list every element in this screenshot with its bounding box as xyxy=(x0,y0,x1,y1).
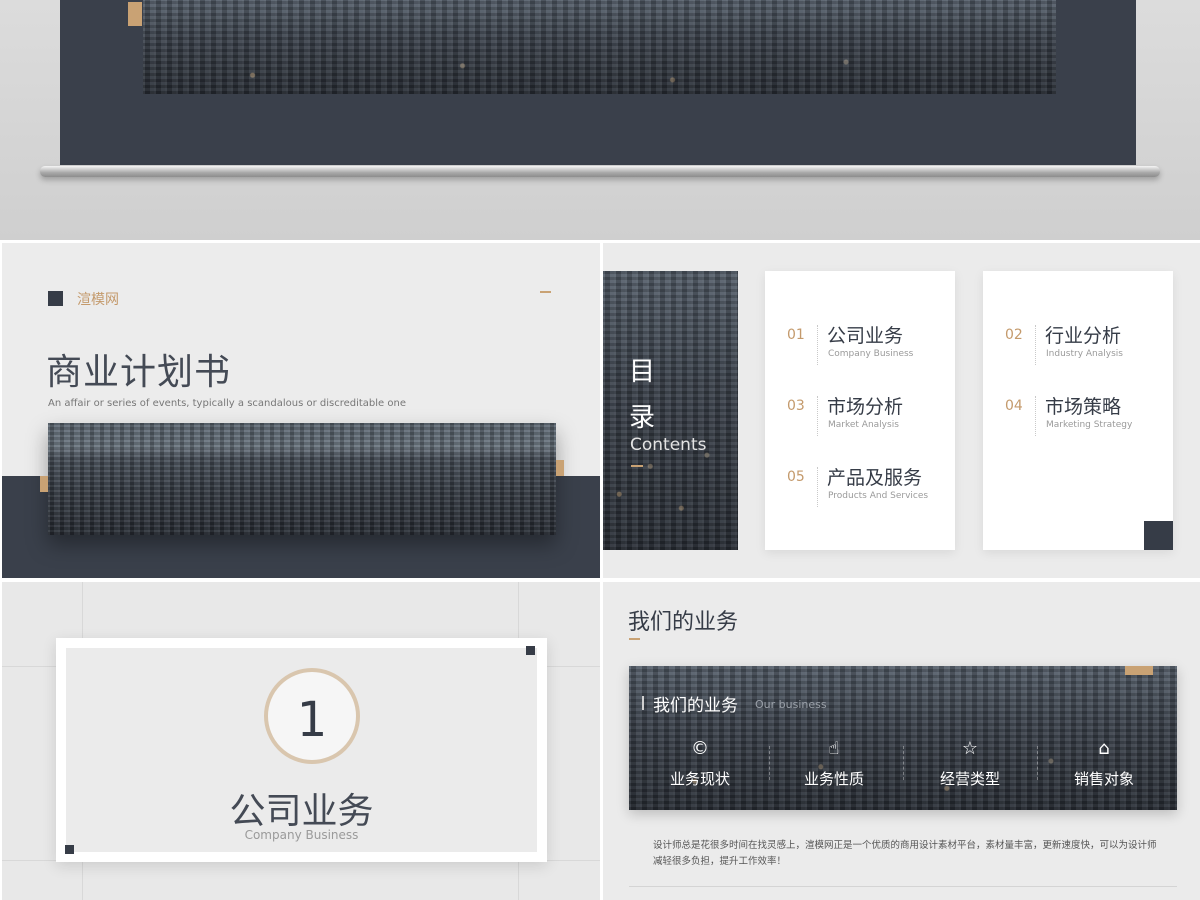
cover-slide[interactable]: 渲模网 商业计划书 An affair or series of events,… xyxy=(2,243,600,578)
brand-name: 渲模网 xyxy=(77,292,119,308)
gold-accent-right xyxy=(556,460,564,476)
feature-business-nature[interactable]: ☝ 业务性质 xyxy=(779,736,889,796)
cover-title: 商业计划书 xyxy=(46,352,232,393)
banner-slide xyxy=(0,0,1200,240)
gold-accent xyxy=(1125,666,1153,675)
cover-subtitle: An affair or series of events, typically… xyxy=(48,398,406,409)
feature-sales-target[interactable]: ⌂ 销售对象 xyxy=(1049,736,1159,796)
feature-separator xyxy=(769,746,770,780)
brand-square-icon xyxy=(48,291,63,306)
item-subtitle: Market Analysis xyxy=(828,420,899,430)
item-divider xyxy=(817,325,818,365)
contents-title-cn: 目 录 xyxy=(629,349,659,441)
gold-accent-left xyxy=(40,476,48,492)
item-divider xyxy=(817,396,818,436)
item-divider xyxy=(817,467,818,507)
band-bar xyxy=(642,696,644,710)
feature-separator xyxy=(903,746,904,780)
band-title-en: Our business xyxy=(755,698,827,711)
band-title-cn: 我们的业务 xyxy=(653,696,738,716)
divider xyxy=(629,886,1177,887)
thumbs-up-icon: ☝ xyxy=(828,738,840,759)
feature-label: 业务现状 xyxy=(669,770,730,788)
city-photo xyxy=(143,0,1056,94)
gold-dash xyxy=(540,291,551,293)
contents-card-right: 02 行业分析 Industry Analysis 04 市场策略 Market… xyxy=(983,271,1173,550)
corner-square xyxy=(1144,521,1173,550)
corner-square xyxy=(526,646,535,655)
item-number: 04 xyxy=(1005,398,1023,414)
item-divider xyxy=(1035,396,1036,436)
section-frame: 1 公司业务 Company Business xyxy=(56,638,547,862)
corner-square xyxy=(65,845,74,854)
contents-title-char-1: 目 xyxy=(629,357,656,387)
item-number: 05 xyxy=(787,469,805,485)
section-inner: 1 公司业务 Company Business xyxy=(66,648,537,852)
feature-label: 销售对象 xyxy=(1073,770,1134,788)
item-number: 01 xyxy=(787,327,805,343)
item-title: 市场分析 xyxy=(827,396,904,418)
feature-separator xyxy=(1037,746,1038,780)
display-rail xyxy=(40,166,1160,177)
item-title: 产品及服务 xyxy=(827,467,923,489)
feature-label: 经营类型 xyxy=(939,770,1000,788)
item-number: 02 xyxy=(1005,327,1023,343)
contents-card-left: 01 公司业务 Company Business 03 市场分析 Market … xyxy=(765,271,955,550)
item-number: 03 xyxy=(787,398,805,414)
gold-dash xyxy=(629,638,640,640)
star-icon: ☆ xyxy=(961,738,979,759)
section-number: 1 xyxy=(296,692,328,748)
feature-label: 业务性质 xyxy=(803,770,864,788)
item-subtitle: Company Business xyxy=(828,349,914,359)
tag-icon: ⌂ xyxy=(1098,738,1110,759)
business-band: 我们的业务 Our business © 业务现状 ☝ 业务性质 ☆ 经营类型 … xyxy=(629,666,1177,810)
contents-slide[interactable]: 目 录 Contents 01 公司业务 Company Business 03… xyxy=(603,243,1200,578)
section-slide[interactable]: 1 公司业务 Company Business xyxy=(2,582,600,900)
item-subtitle: Marketing Strategy xyxy=(1046,420,1133,430)
item-divider xyxy=(1035,325,1036,365)
item-title: 公司业务 xyxy=(827,325,904,347)
item-title: 市场策略 xyxy=(1045,396,1122,418)
contents-sidebar: 目 录 Contents xyxy=(603,271,738,550)
feature-business-status[interactable]: © 业务现状 xyxy=(645,736,755,796)
business-slide[interactable]: 我们的业务 我们的业务 Our business © 业务现状 ☝ 业务性质 ☆… xyxy=(603,582,1200,900)
gold-dash xyxy=(631,465,643,467)
business-description: 设计师总是花很多时间在找灵感上，渲模网正是一个优质的商用设计素材平台，素材量丰富… xyxy=(653,840,1157,867)
section-title-en: Company Business xyxy=(244,828,359,842)
cover-city-photo xyxy=(48,423,556,535)
copyright-badge-icon: © xyxy=(691,738,709,759)
feature-operation-type[interactable]: ☆ 经营类型 xyxy=(915,736,1025,796)
item-subtitle: Industry Analysis xyxy=(1046,349,1123,359)
section-title-cn: 公司业务 xyxy=(229,791,374,832)
gold-accent xyxy=(128,2,142,26)
section-number-ring: 1 xyxy=(264,668,360,764)
business-heading: 我们的业务 xyxy=(628,610,739,635)
item-subtitle: Products And Services xyxy=(828,491,929,501)
item-title: 行业分析 xyxy=(1045,325,1122,347)
contents-title-en: Contents xyxy=(630,435,707,455)
